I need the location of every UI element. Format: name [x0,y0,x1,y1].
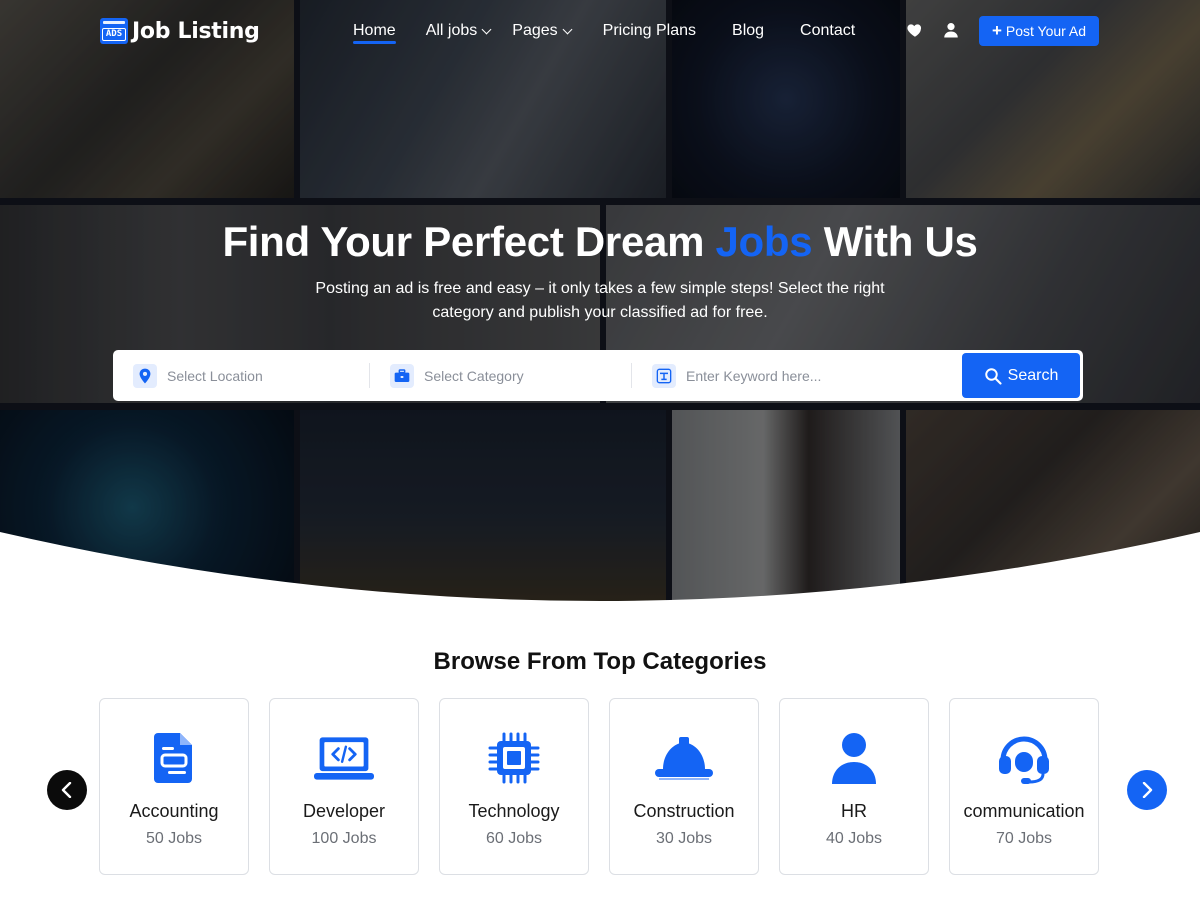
search-icon [984,367,1002,385]
category-job-count: 100 Jobs [311,830,377,847]
chevron-down-icon [562,24,573,34]
location-field[interactable] [133,350,369,401]
search-button[interactable]: Search [962,353,1080,398]
divider [631,363,632,388]
category-card-accounting[interactable]: Accounting 50 Jobs [99,698,249,875]
brand-logo[interactable]: ADS Job Listing [100,18,260,44]
user-icon[interactable] [942,21,960,39]
keyword-field[interactable] [652,350,952,401]
hard-hat-icon [654,731,714,785]
chevron-down-icon [481,24,492,34]
category-name: HR [841,801,867,821]
category-card-hr[interactable]: HR 40 Jobs [779,698,929,875]
chevron-right-icon [1142,782,1153,798]
category-card-communication[interactable]: communication 70 Jobs [949,698,1099,875]
category-name: Construction [633,801,735,821]
category-carousel: Accounting 50 Jobs Developer 100 Jobs Te… [99,698,1099,875]
category-field[interactable] [390,350,630,401]
laptop-code-icon [314,731,374,785]
person-icon [824,731,884,785]
keyword-icon [652,363,676,388]
category-job-count: 40 Jobs [825,830,883,847]
job-search-bar: Search [113,350,1083,401]
category-name: Developer [302,801,386,821]
ads-badge-icon: ADS [100,18,128,44]
hero-bottom-curve [0,532,1200,605]
microchip-icon [484,731,544,785]
nav-item-pages[interactable]: Pages [512,17,573,45]
nav-item-contact[interactable]: Contact [800,17,855,45]
post-your-ad-button[interactable]: + Post Your Ad [979,16,1099,46]
category-job-count: 70 Jobs [995,830,1053,847]
category-card-construction[interactable]: Construction 30 Jobs [609,698,759,875]
category-job-count: 50 Jobs [145,830,203,847]
heart-icon[interactable] [906,21,924,39]
category-name: communication [963,801,1085,821]
nav-item-all-jobs[interactable]: All jobs [426,17,492,45]
category-card-developer[interactable]: Developer 100 Jobs [269,698,419,875]
location-pin-icon [133,363,157,388]
hero-title: Find Your Perfect Dream Jobs With Us [222,218,978,265]
plus-icon: + [991,21,1002,40]
nav-item-pricing-plans[interactable]: Pricing Plans [603,17,696,45]
document-icon [144,731,204,785]
category-job-count: 30 Jobs [655,830,713,847]
brand-name: Job Listing [132,18,260,44]
category-name: Accounting [129,801,219,821]
top-navbar: ADS Job Listing Home All jobs Pages Pric… [0,0,1200,62]
headset-icon [994,731,1054,785]
hero-subtitle: Posting an ad is free and easy – it only… [315,280,885,321]
main-menu: Home All jobs Pages Pricing Plans Blog C… [353,17,855,45]
briefcase-icon [390,363,414,388]
carousel-prev-button[interactable] [47,770,87,810]
category-name: Technology [468,801,560,821]
carousel-next-button[interactable] [1127,770,1167,810]
category-job-count: 60 Jobs [485,830,543,847]
nav-item-home[interactable]: Home [353,17,396,45]
divider [369,363,370,388]
keyword-input[interactable] [686,367,946,384]
chevron-left-icon [61,782,72,798]
location-select[interactable] [167,367,357,384]
nav-item-blog[interactable]: Blog [732,17,764,45]
category-card-technology[interactable]: Technology 60 Jobs [439,698,589,875]
category-select[interactable] [424,367,614,384]
categories-title: Browse From Top Categories [433,648,767,675]
